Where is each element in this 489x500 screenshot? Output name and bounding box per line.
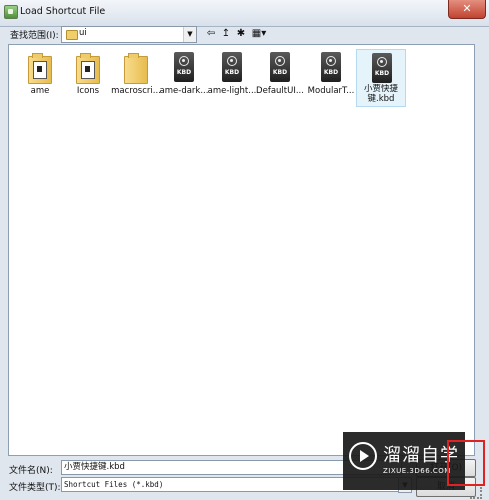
file-label: ModularT...: [307, 86, 355, 96]
kbd-icon-text: KBD: [272, 69, 288, 76]
folder-icon: [76, 53, 100, 84]
file-item[interactable]: macroscri...: [111, 49, 161, 109]
view-menu-icon[interactable]: ▦▾: [250, 27, 268, 40]
app-icon: [4, 5, 18, 19]
file-item[interactable]: Icons: [63, 49, 113, 109]
title-bar[interactable]: Load Shortcut File ✕: [0, 0, 489, 27]
file-item[interactable]: KBD ame-dark...: [159, 49, 209, 109]
folder-icon: [66, 30, 78, 40]
kbd-icon-text: KBD: [224, 69, 240, 76]
folder-icon: [28, 53, 52, 84]
kbd-icon-text: KBD: [176, 69, 192, 76]
kbd-icon-text: KBD: [323, 69, 339, 76]
chevron-down-icon[interactable]: ▼: [183, 27, 196, 42]
look-in-label: 查找范围(I):: [10, 31, 59, 41]
resize-grip-icon[interactable]: [470, 487, 482, 499]
filetype-label: 文件类型(T):: [9, 483, 61, 493]
file-item-selected[interactable]: KBD 小贾快捷键.kbd: [356, 49, 406, 107]
file-list[interactable]: ame Icons macroscri... KBD ame-dark... K…: [8, 44, 475, 456]
file-item[interactable]: KBD DefaultUI...: [255, 49, 305, 109]
file-item[interactable]: KBD ame-light...: [207, 49, 257, 109]
new-folder-icon[interactable]: ✱: [235, 27, 247, 40]
file-item[interactable]: KBD ModularT...: [306, 49, 356, 109]
watermark-url: ZIXUE.3D66.COM: [383, 467, 451, 475]
look-in-dropdown[interactable]: ui ▼: [61, 26, 197, 43]
file-label: 小贾快捷键.kbd: [363, 84, 398, 104]
kbd-icon-text: KBD: [374, 70, 390, 77]
kbd-file-icon: KBD: [270, 52, 290, 82]
play-icon: [349, 442, 377, 470]
file-item[interactable]: ame: [15, 49, 65, 109]
filename-label: 文件名(N):: [9, 466, 53, 476]
highlight-box: [447, 440, 485, 486]
folder-icon: [124, 53, 148, 84]
close-button[interactable]: ✕: [448, 0, 486, 19]
up-folder-icon[interactable]: ↥: [220, 27, 232, 40]
kbd-file-icon: KBD: [222, 52, 242, 82]
kbd-file-icon: KBD: [372, 53, 392, 83]
kbd-file-icon: KBD: [174, 52, 194, 82]
look-in-value: ui: [79, 28, 87, 38]
window-title: Load Shortcut File: [20, 6, 106, 17]
back-icon[interactable]: ⇦: [205, 27, 217, 40]
kbd-file-icon: KBD: [321, 52, 341, 82]
